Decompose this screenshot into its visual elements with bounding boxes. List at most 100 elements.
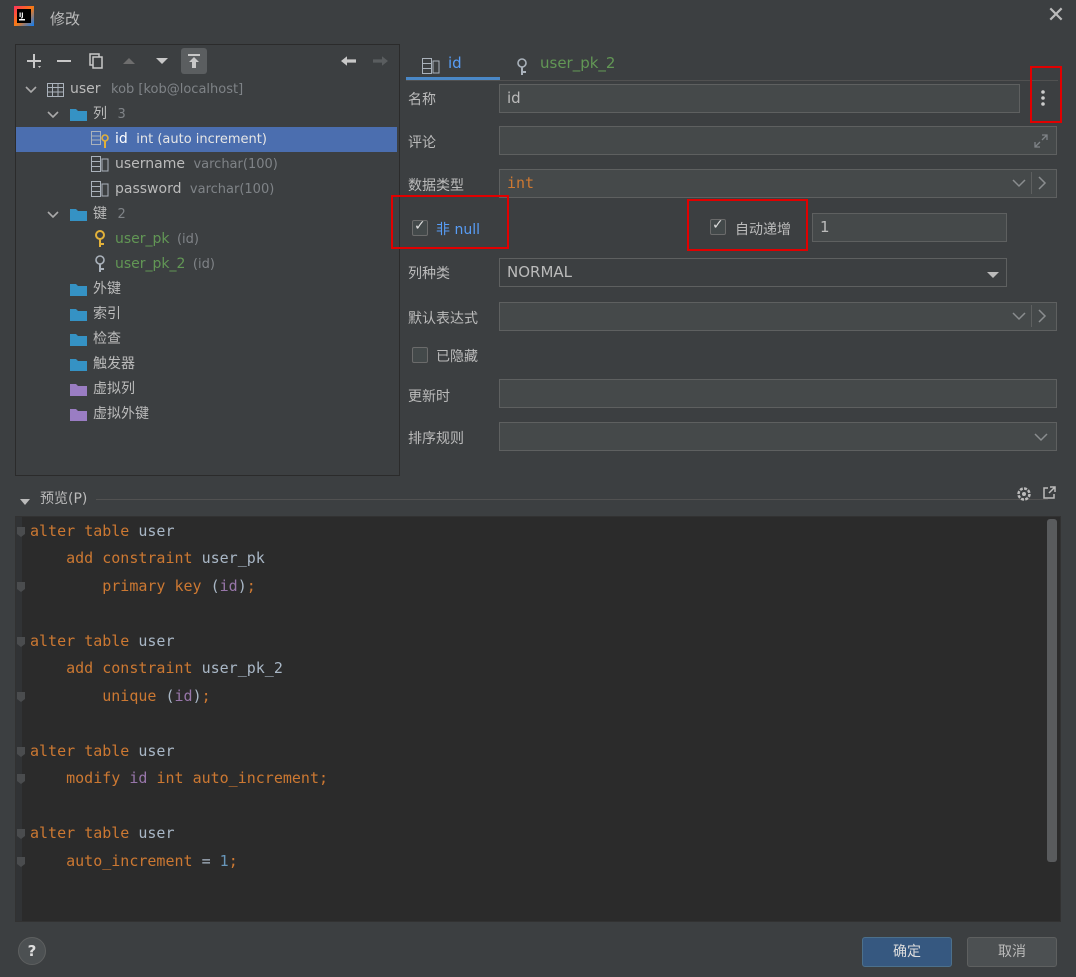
separator	[1031, 172, 1032, 194]
table-name: user	[70, 81, 101, 97]
tree-item-columns[interactable]: 列 3	[93, 102, 126, 127]
chevron-down-icon[interactable]	[1011, 176, 1027, 194]
primary-key-column-icon	[91, 131, 111, 153]
columns-count: 3	[117, 107, 126, 122]
remove-icon[interactable]	[51, 48, 77, 74]
keys-group-label: 键	[93, 206, 107, 222]
tree-item-triggers[interactable]: 触发器	[93, 352, 135, 377]
folder-icon	[70, 358, 87, 371]
folder-icon	[70, 108, 87, 121]
collation-field[interactable]	[499, 422, 1057, 451]
editor-tabs: id user_pk_2	[406, 46, 1058, 80]
code-line: unique (id);	[102, 687, 211, 705]
default-expression-label: 默认表达式	[408, 311, 478, 327]
comment-field[interactable]	[499, 126, 1057, 155]
table-icon	[47, 83, 64, 101]
key-target: (id)	[176, 232, 199, 247]
vertical-scrollbar[interactable]	[1047, 519, 1057, 862]
chevron-down-icon[interactable]	[24, 77, 38, 102]
collapse-arrow-icon[interactable]	[19, 495, 31, 511]
name-field[interactable]: id	[499, 84, 1020, 113]
column-type: varchar(100)	[193, 157, 278, 172]
help-button[interactable]: ?	[18, 937, 46, 965]
chevron-down-icon[interactable]	[1033, 430, 1049, 448]
key-name: user_pk_2	[115, 256, 186, 272]
default-expression-field[interactable]	[499, 302, 1057, 331]
add-icon[interactable]	[21, 48, 47, 74]
tree-item-checks[interactable]: 检查	[93, 327, 121, 352]
folder-icon	[70, 333, 87, 346]
code-line: add constraint user_pk	[66, 549, 265, 567]
move-down-icon[interactable]	[149, 48, 175, 74]
column-name: id	[115, 131, 128, 147]
hidden-checkbox[interactable]	[412, 347, 428, 363]
chevron-down-icon[interactable]	[46, 102, 60, 127]
gear-icon[interactable]	[1015, 485, 1033, 507]
tree-item-virtual-foreign-keys[interactable]: 虚拟外键	[93, 402, 149, 427]
column-name: username	[115, 156, 185, 172]
intellij-logo-icon: IJ	[14, 6, 34, 26]
cancel-button[interactable]: 取消	[967, 937, 1057, 967]
key-name: user_pk	[115, 231, 170, 247]
tree-item-key-user-pk-2[interactable]: user_pk_2 (id)	[115, 252, 215, 277]
code-line: modify id int auto_increment;	[66, 769, 329, 787]
close-icon[interactable]: ✕	[1046, 4, 1066, 28]
chevron-right-icon[interactable]	[1036, 309, 1048, 327]
name-label: 名称	[408, 92, 436, 108]
forward-arrow-icon[interactable]	[368, 48, 394, 74]
chevron-right-icon[interactable]	[1036, 176, 1048, 194]
tree-item-user-table[interactable]: user kob [kob@localhost]	[70, 77, 243, 102]
code-line: alter table user	[30, 632, 175, 650]
tree-item-column-password[interactable]: password varchar(100)	[115, 177, 274, 202]
move-to-top-icon[interactable]	[181, 48, 207, 74]
back-arrow-icon[interactable]	[335, 48, 361, 74]
tree-item-indexes[interactable]: 索引	[93, 302, 121, 327]
primary-key-icon	[94, 230, 106, 252]
title-bar	[0, 0, 1076, 34]
column-kind-label: 列种类	[408, 266, 450, 282]
column-type: varchar(100)	[189, 182, 275, 197]
virtual-folder-icon	[70, 383, 87, 396]
window-title: 修改	[50, 10, 81, 28]
connection-hint: kob [kob@localhost]	[111, 82, 244, 97]
tree-item-key-user-pk[interactable]: user_pk (id)	[115, 227, 199, 252]
code-line: alter table user	[30, 824, 175, 842]
ok-button[interactable]: 确定	[862, 937, 952, 967]
open-external-icon[interactable]	[1041, 485, 1057, 505]
preview-divider	[96, 499, 1048, 500]
chevron-down-icon[interactable]	[1011, 309, 1027, 327]
tree-item-foreign-keys[interactable]: 外键	[93, 277, 121, 302]
highlight-box	[391, 195, 509, 249]
tree-item-virtual-columns[interactable]: 虚拟列	[93, 377, 135, 402]
tree-item-keys[interactable]: 键 2	[93, 202, 126, 227]
columns-group-label: 列	[93, 106, 107, 122]
unique-key-icon	[94, 255, 106, 277]
chevron-down-icon[interactable]	[46, 202, 60, 227]
expand-icon[interactable]	[1033, 133, 1049, 153]
column-icon	[91, 156, 111, 178]
column-type: int (auto increment)	[136, 132, 267, 147]
code-line: alter table user	[30, 742, 175, 760]
tree-item-column-username[interactable]: username varchar(100)	[115, 152, 278, 177]
column-kind-select[interactable]: NORMAL	[499, 258, 1007, 287]
code-line: auto_increment = 1;	[66, 852, 238, 870]
on-update-label: 更新时	[408, 389, 450, 405]
copy-icon[interactable]	[83, 48, 109, 74]
datatype-label: 数据类型	[408, 178, 464, 194]
folder-icon	[70, 208, 87, 221]
tree-item-column-id[interactable]: id int (auto increment)	[115, 127, 267, 152]
on-update-field[interactable]	[499, 379, 1057, 408]
preview-title[interactable]: 预览(P)	[40, 488, 87, 508]
code-line: add constraint user_pk_2	[66, 659, 283, 677]
tab-id[interactable]: id	[406, 46, 500, 80]
dropdown-arrow-icon[interactable]	[986, 268, 1000, 284]
autoincrement-start-field[interactable]: 1	[812, 213, 1007, 242]
highlight-box	[687, 199, 808, 251]
column-icon	[422, 54, 442, 88]
hidden-label: 已隐藏	[436, 349, 478, 365]
key-target: (id)	[192, 257, 215, 272]
highlight-box	[1030, 66, 1062, 123]
keys-count: 2	[117, 207, 126, 222]
move-up-icon[interactable]	[116, 48, 142, 74]
datatype-field[interactable]: int	[499, 169, 1057, 198]
